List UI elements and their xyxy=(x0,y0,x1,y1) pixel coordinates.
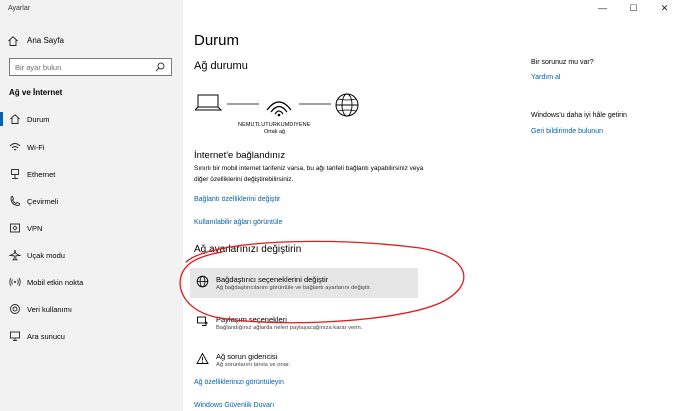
sharing-options-description: Bağlandığınız ağlarda neleri paylaşacağı… xyxy=(216,325,363,331)
maximize-button[interactable]: ☐ xyxy=(618,0,649,16)
improve-windows-title: Windows'u daha iyi hâle getirin xyxy=(531,112,627,119)
view-network-properties-link[interactable]: Ağ özelliklerinizi görüntüleyin xyxy=(194,379,284,386)
sidebar-item-ethernet[interactable]: Ethernet xyxy=(0,163,183,185)
network-name: NEMUTLUTURKUMDIYENE xyxy=(238,122,311,128)
warning-icon xyxy=(196,352,209,364)
hotspot-icon xyxy=(9,277,21,287)
app-title: Ayarlar xyxy=(8,5,31,12)
adapter-options-description: Ağ bağdaştırıcılarını görüntüle ve bağla… xyxy=(216,285,371,291)
search-icon[interactable] xyxy=(155,62,165,72)
sidebar-item-home-label: Ana Sayfa xyxy=(27,36,64,45)
question-title: Bir sorunuz mu var? xyxy=(531,59,594,66)
network-status-title: Ağ durumu xyxy=(194,60,248,72)
data-usage-icon xyxy=(10,304,20,314)
wifi-icon xyxy=(9,143,21,151)
minimize-button[interactable]: — xyxy=(587,0,618,16)
sidebar-item-label: Mobil etkin nokta xyxy=(27,278,84,287)
sharing-options-item[interactable]: Paylaşım seçenekleri Bağlandığınız ağlar… xyxy=(190,308,418,338)
wifi-signal-icon xyxy=(266,101,292,117)
sidebar-item-proxy[interactable]: Ara sunucu xyxy=(0,325,183,347)
adapter-options-title: Bağdaştırıcı seçeneklerini değiştir xyxy=(216,275,329,284)
internet-status-title: İnternet'e bağlandınız xyxy=(194,150,286,161)
search-input[interactable] xyxy=(10,59,150,75)
page-title: Durum xyxy=(194,32,240,49)
troubleshooter-item[interactable]: Ağ sorun gidericisi Ağ sorunlarını tanıl… xyxy=(190,345,418,375)
sidebar-item-airplane[interactable]: Uçak modu xyxy=(0,244,183,266)
sidebar: Ayarlar Ana Sayfa Ağ ve İnternet Durum W… xyxy=(0,0,183,411)
adapter-options-item[interactable]: Bağdaştırıcı seçeneklerini değiştir Ağ b… xyxy=(190,268,418,298)
network-type: Ortak ağ xyxy=(264,129,286,135)
sidebar-item-label: Çevirmeli xyxy=(27,197,59,206)
internet-status-description: Sınırlı bir mobil internet tarifeniz var… xyxy=(194,165,424,183)
get-help-link[interactable]: Yardım al xyxy=(531,74,560,81)
proxy-icon xyxy=(10,331,20,341)
windows-firewall-link[interactable]: Windows Güvenlik Duvarı xyxy=(194,402,274,409)
sidebar-section-title: Ağ ve İnternet xyxy=(9,88,63,97)
home-icon xyxy=(8,36,18,46)
sidebar-item-hotspot[interactable]: Mobil etkin nokta xyxy=(0,271,183,293)
laptop-icon xyxy=(195,94,223,111)
status-icon xyxy=(10,114,20,124)
active-indicator xyxy=(0,112,3,126)
sidebar-item-wifi[interactable]: Wi-Fi xyxy=(0,136,183,158)
airplane-icon xyxy=(9,249,21,261)
sharing-options-title: Paylaşım seçenekleri xyxy=(216,315,287,324)
vpn-icon xyxy=(10,223,20,233)
ethernet-icon xyxy=(11,169,19,179)
network-diagram xyxy=(195,93,359,117)
sidebar-item-label: Wi-Fi xyxy=(27,143,45,152)
dialup-icon xyxy=(10,196,20,206)
window-controls: — ☐ ✕ xyxy=(587,0,680,16)
close-button[interactable]: ✕ xyxy=(649,0,680,16)
sidebar-item-label: Veri kullanımı xyxy=(27,305,73,314)
view-available-networks-link[interactable]: Kullanılabilir ağları görüntüle xyxy=(194,219,282,226)
sidebar-item-label: Uçak modu xyxy=(27,251,65,260)
sidebar-item-label: Ara sunucu xyxy=(27,332,65,341)
sidebar-item-status[interactable]: Durum xyxy=(0,108,183,130)
adapter-globe-icon xyxy=(196,275,209,288)
search-box xyxy=(9,58,172,76)
change-settings-title: Ağ ayarlarınızı değiştirin xyxy=(194,244,302,255)
change-connection-properties-link[interactable]: Bağlantı özelliklerini değiştir xyxy=(194,196,280,203)
sidebar-item-dialup[interactable]: Çevirmeli xyxy=(0,190,183,212)
troubleshooter-title: Ağ sorun gidericisi xyxy=(216,352,278,361)
globe-icon xyxy=(335,93,359,117)
sidebar-item-label: VPN xyxy=(27,224,43,233)
sidebar-item-label: Ethernet xyxy=(27,170,56,179)
sharing-icon xyxy=(197,316,208,326)
give-feedback-link[interactable]: Geri bildirimde bulunun xyxy=(531,128,603,135)
troubleshooter-description: Ağ sorunlarını tanıla ve onar. xyxy=(216,362,291,368)
sidebar-item-data-usage[interactable]: Veri kullanımı xyxy=(0,298,183,320)
sidebar-item-vpn[interactable]: VPN xyxy=(0,217,183,239)
sidebar-item-label: Durum xyxy=(27,115,50,124)
sidebar-item-home[interactable]: Ana Sayfa xyxy=(0,31,183,51)
